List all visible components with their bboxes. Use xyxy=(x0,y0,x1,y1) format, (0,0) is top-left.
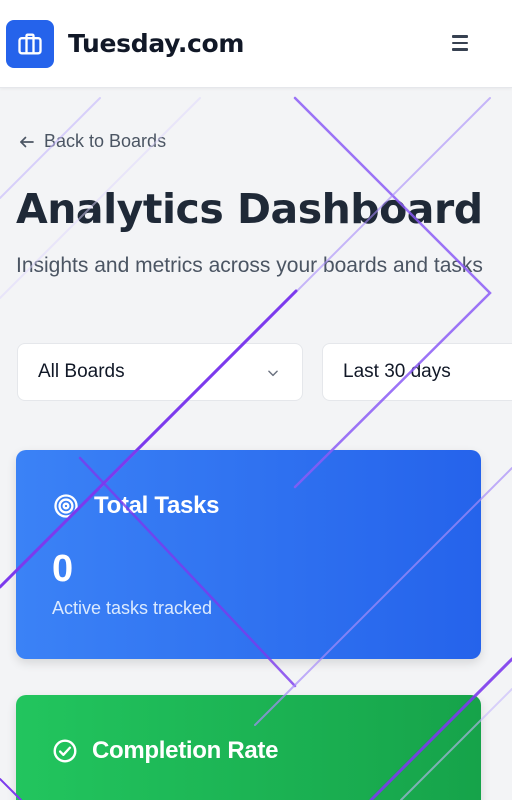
completion-rate-card: Completion Rate xyxy=(16,695,481,800)
total-tasks-subtitle: Active tasks tracked xyxy=(52,598,213,618)
chevron-down-icon xyxy=(268,370,278,377)
date-range-value: Last 30 days xyxy=(343,361,451,382)
total-tasks-value: 0 xyxy=(52,548,74,590)
app-header: Tuesday.com xyxy=(0,0,512,88)
total-tasks-header: Total Tasks xyxy=(52,492,219,520)
board-filter-value: All Boards xyxy=(38,361,125,382)
target-icon xyxy=(54,494,78,518)
completion-rate-title: Completion Rate xyxy=(92,737,279,764)
date-range-select[interactable]: Last 30 days xyxy=(322,343,512,401)
page-subtitle: Insights and metrics across your boards … xyxy=(16,254,483,277)
total-tasks-card: Total Tasks 0 Active tasks tracked xyxy=(16,450,481,659)
main-content: Back to Boards Analytics Dashboard Insig… xyxy=(0,89,512,800)
board-filter-select[interactable]: All Boards xyxy=(17,343,303,401)
back-link-label: Back to Boards xyxy=(44,131,167,151)
back-to-boards-link[interactable]: Back to Boards xyxy=(18,131,166,152)
check-circle-icon xyxy=(53,739,77,763)
hamburger-menu-icon[interactable] xyxy=(452,32,474,54)
arrow-left-icon xyxy=(20,136,34,147)
page-title: Analytics Dashboard xyxy=(16,185,483,233)
brand-name[interactable]: Tuesday.com xyxy=(68,29,244,58)
completion-rate-header: Completion Rate xyxy=(52,737,278,765)
brand-logo[interactable] xyxy=(6,19,54,68)
briefcase-icon xyxy=(18,33,42,54)
total-tasks-title: Total Tasks xyxy=(94,492,220,519)
